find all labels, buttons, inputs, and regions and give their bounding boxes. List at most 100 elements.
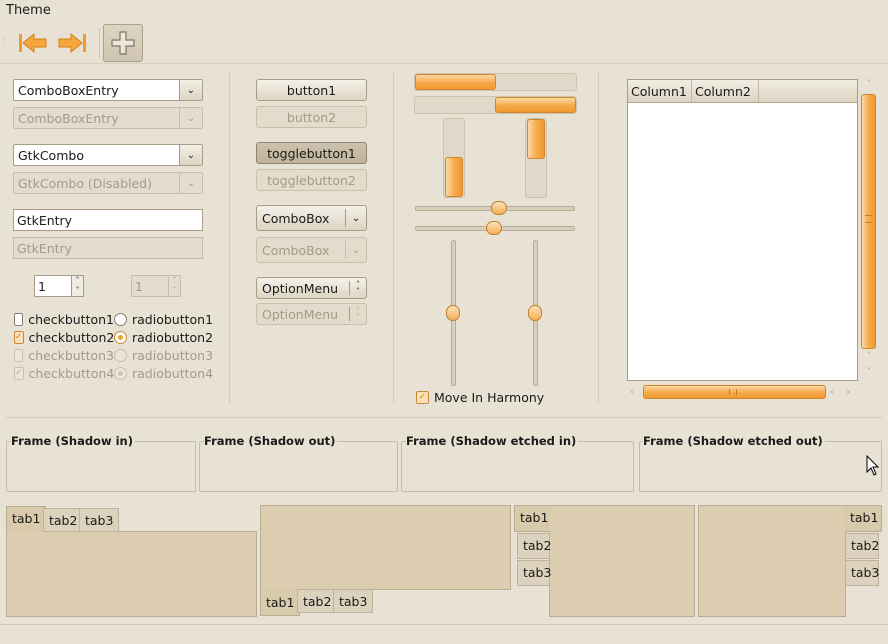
spinbutton-1-value[interactable]: 1: [35, 276, 71, 296]
checkbox-checked-icon[interactable]: ✓: [416, 390, 429, 404]
notebook-2-tab-3[interactable]: tab3: [333, 589, 374, 613]
radiobutton-4-label: radiobutton4: [132, 365, 214, 381]
scrollbar-grip-icon: [865, 215, 872, 223]
chevron-down-icon[interactable]: ⌄: [346, 213, 366, 224]
menu-theme[interactable]: Theme: [6, 3, 51, 18]
vertical-scrollbar-thumb[interactable]: [861, 94, 876, 349]
notebook-4-tab-3[interactable]: tab3: [845, 560, 879, 586]
toolbar-grip-icon[interactable]: · · ·: [3, 33, 7, 50]
arrow-left-icon: [19, 32, 47, 54]
radio-checked-icon[interactable]: [114, 330, 127, 344]
column-header-2[interactable]: Column2: [692, 80, 759, 102]
checkbutton-1-label[interactable]: checkbutton1: [28, 312, 114, 327]
gtkentry-1[interactable]: GtkEntry: [13, 209, 203, 231]
chevron-down-icon: ⌄: [179, 173, 202, 193]
combobox-1-text[interactable]: ComboBox: [257, 211, 345, 226]
radio-icon[interactable]: [114, 312, 127, 326]
notebook-2-tab-2[interactable]: tab2: [297, 589, 338, 613]
hscale-1-slider-knob[interactable]: [491, 201, 507, 215]
checkbutton-2-label[interactable]: checkbutton2: [29, 330, 115, 345]
optionmenu-1-text[interactable]: OptionMenu: [257, 281, 349, 296]
up-down-icon: ˄ ˅: [356, 306, 360, 322]
vscale-2-slider-knob[interactable]: [528, 305, 542, 321]
separator-horizontal: [6, 417, 882, 418]
notebook-3-tab-3[interactable]: tab3: [517, 560, 551, 586]
radiobutton-1[interactable]: radiobutton1: [114, 310, 214, 328]
scroll-down-icon[interactable]: ˅: [863, 368, 875, 378]
column-header-1[interactable]: Column1: [628, 80, 692, 102]
checkbutton-3-label: checkbutton3: [28, 347, 114, 363]
statusbar-separator: [0, 624, 888, 625]
spinbutton-1[interactable]: 1 ˄ ˅: [34, 275, 84, 297]
combobox-2-text: ComboBox: [262, 242, 330, 258]
radiobutton-3: radiobutton3: [114, 346, 214, 364]
progressbar-fill: [527, 119, 545, 159]
gtkcombo-1-text[interactable]: GtkCombo: [14, 145, 179, 165]
scroll-up-icon[interactable]: ˄: [863, 80, 875, 90]
checkbutton-2[interactable]: ✓ checkbutton2: [14, 328, 114, 346]
move-in-harmony-label[interactable]: Move In Harmony: [434, 390, 544, 405]
checkbutton-4: ✓ checkbutton4: [14, 364, 114, 382]
move-in-harmony-checkbutton[interactable]: ✓ Move In Harmony: [416, 388, 544, 406]
frame-shadow-etched-out-label: Frame (Shadow etched out): [643, 434, 825, 448]
radiobutton-1-label[interactable]: radiobutton1: [132, 312, 213, 327]
checkbutton-1[interactable]: checkbutton1: [14, 310, 114, 328]
optionmenu-2-disabled: OptionMenu ˄ ˅: [256, 303, 367, 325]
notebook-2-page: [260, 505, 511, 590]
checkbox-icon[interactable]: [14, 312, 24, 326]
radiobutton-2-label[interactable]: radiobutton2: [132, 330, 213, 345]
notebook-3-tab-2[interactable]: tab2: [517, 533, 551, 559]
gtkcombo-1[interactable]: GtkCombo ⌄: [13, 144, 203, 166]
notebook-3-tab-1[interactable]: tab1: [514, 505, 550, 532]
frame-shadow-out: [199, 441, 398, 492]
notebook-2-tab-1[interactable]: tab1: [260, 589, 301, 616]
add-button[interactable]: [103, 24, 143, 62]
optionmenu-1[interactable]: OptionMenu ˄ ˅: [256, 277, 367, 299]
checkbox-checked-icon[interactable]: ✓: [14, 330, 24, 344]
notebook-1-tab-2[interactable]: tab2: [43, 508, 84, 532]
scroll-left-icon[interactable]: ‹: [630, 385, 640, 398]
chevron-down-icon: ⌄: [351, 244, 361, 256]
radio-icon: [114, 348, 127, 362]
gtkcombo-2-disabled: GtkCombo (Disabled) ⌄: [13, 172, 203, 194]
vscale-1-slider-knob[interactable]: [446, 305, 460, 321]
horizontal-scrollbar-thumb[interactable]: [643, 385, 826, 399]
treeview-header: Column1 Column2: [628, 80, 857, 103]
scroll-left-icon[interactable]: ‹: [830, 385, 840, 398]
checkbutton-4-label: checkbutton4: [28, 365, 115, 381]
treeview[interactable]: Column1 Column2: [627, 79, 858, 381]
up-down-icon[interactable]: ˄ ˅: [350, 281, 366, 296]
notebook-4-tab-1[interactable]: tab1: [845, 505, 882, 532]
notebook-1-page: [6, 531, 257, 617]
frame-shadow-etched-in-label: Frame (Shadow etched in): [406, 434, 579, 448]
scroll-up-icon[interactable]: ˄: [863, 352, 875, 362]
radiobutton-3-label: radiobutton3: [132, 347, 214, 363]
progressbar-fill: [495, 97, 576, 113]
spin-up-icon[interactable]: ˄: [72, 276, 83, 286]
radiobutton-2[interactable]: radiobutton2: [114, 328, 214, 346]
scroll-right-icon[interactable]: ›: [846, 385, 856, 398]
checkbutton-3: checkbutton3: [14, 346, 114, 364]
notebook-4-tab-2[interactable]: tab2: [845, 533, 879, 559]
forward-button[interactable]: [52, 24, 92, 62]
scrollbar-grip-icon: [729, 389, 737, 395]
chevron-down-icon[interactable]: ⌄: [179, 80, 202, 100]
notebook-4-page: [698, 505, 846, 617]
gtkentry-2-disabled: GtkEntry: [13, 237, 203, 259]
comboboxentry-1[interactable]: ComboBoxEntry ⌄: [13, 79, 203, 101]
plus-icon: [111, 31, 135, 55]
spin-down-icon[interactable]: ˅: [72, 286, 83, 296]
menubar: Theme: [0, 0, 888, 22]
chevron-down-icon[interactable]: ⌄: [179, 145, 202, 165]
chevron-down-icon: ⌄: [179, 108, 202, 128]
togglebutton-1[interactable]: togglebutton1: [256, 142, 367, 164]
comboboxentry-1-text[interactable]: ComboBoxEntry: [14, 80, 179, 100]
checkbutton-group: checkbutton1 ✓ checkbutton2 checkbutton3 …: [14, 310, 114, 382]
back-button[interactable]: [13, 24, 53, 62]
button-1[interactable]: button1: [256, 79, 367, 101]
toolbar-separator: [99, 28, 100, 58]
hscale-2-slider-knob[interactable]: [486, 221, 502, 235]
notebook-1-tab-1[interactable]: tab1: [6, 506, 47, 532]
combobox-1[interactable]: ComboBox ⌄: [256, 205, 367, 231]
notebook-1-tab-3[interactable]: tab3: [79, 508, 120, 532]
